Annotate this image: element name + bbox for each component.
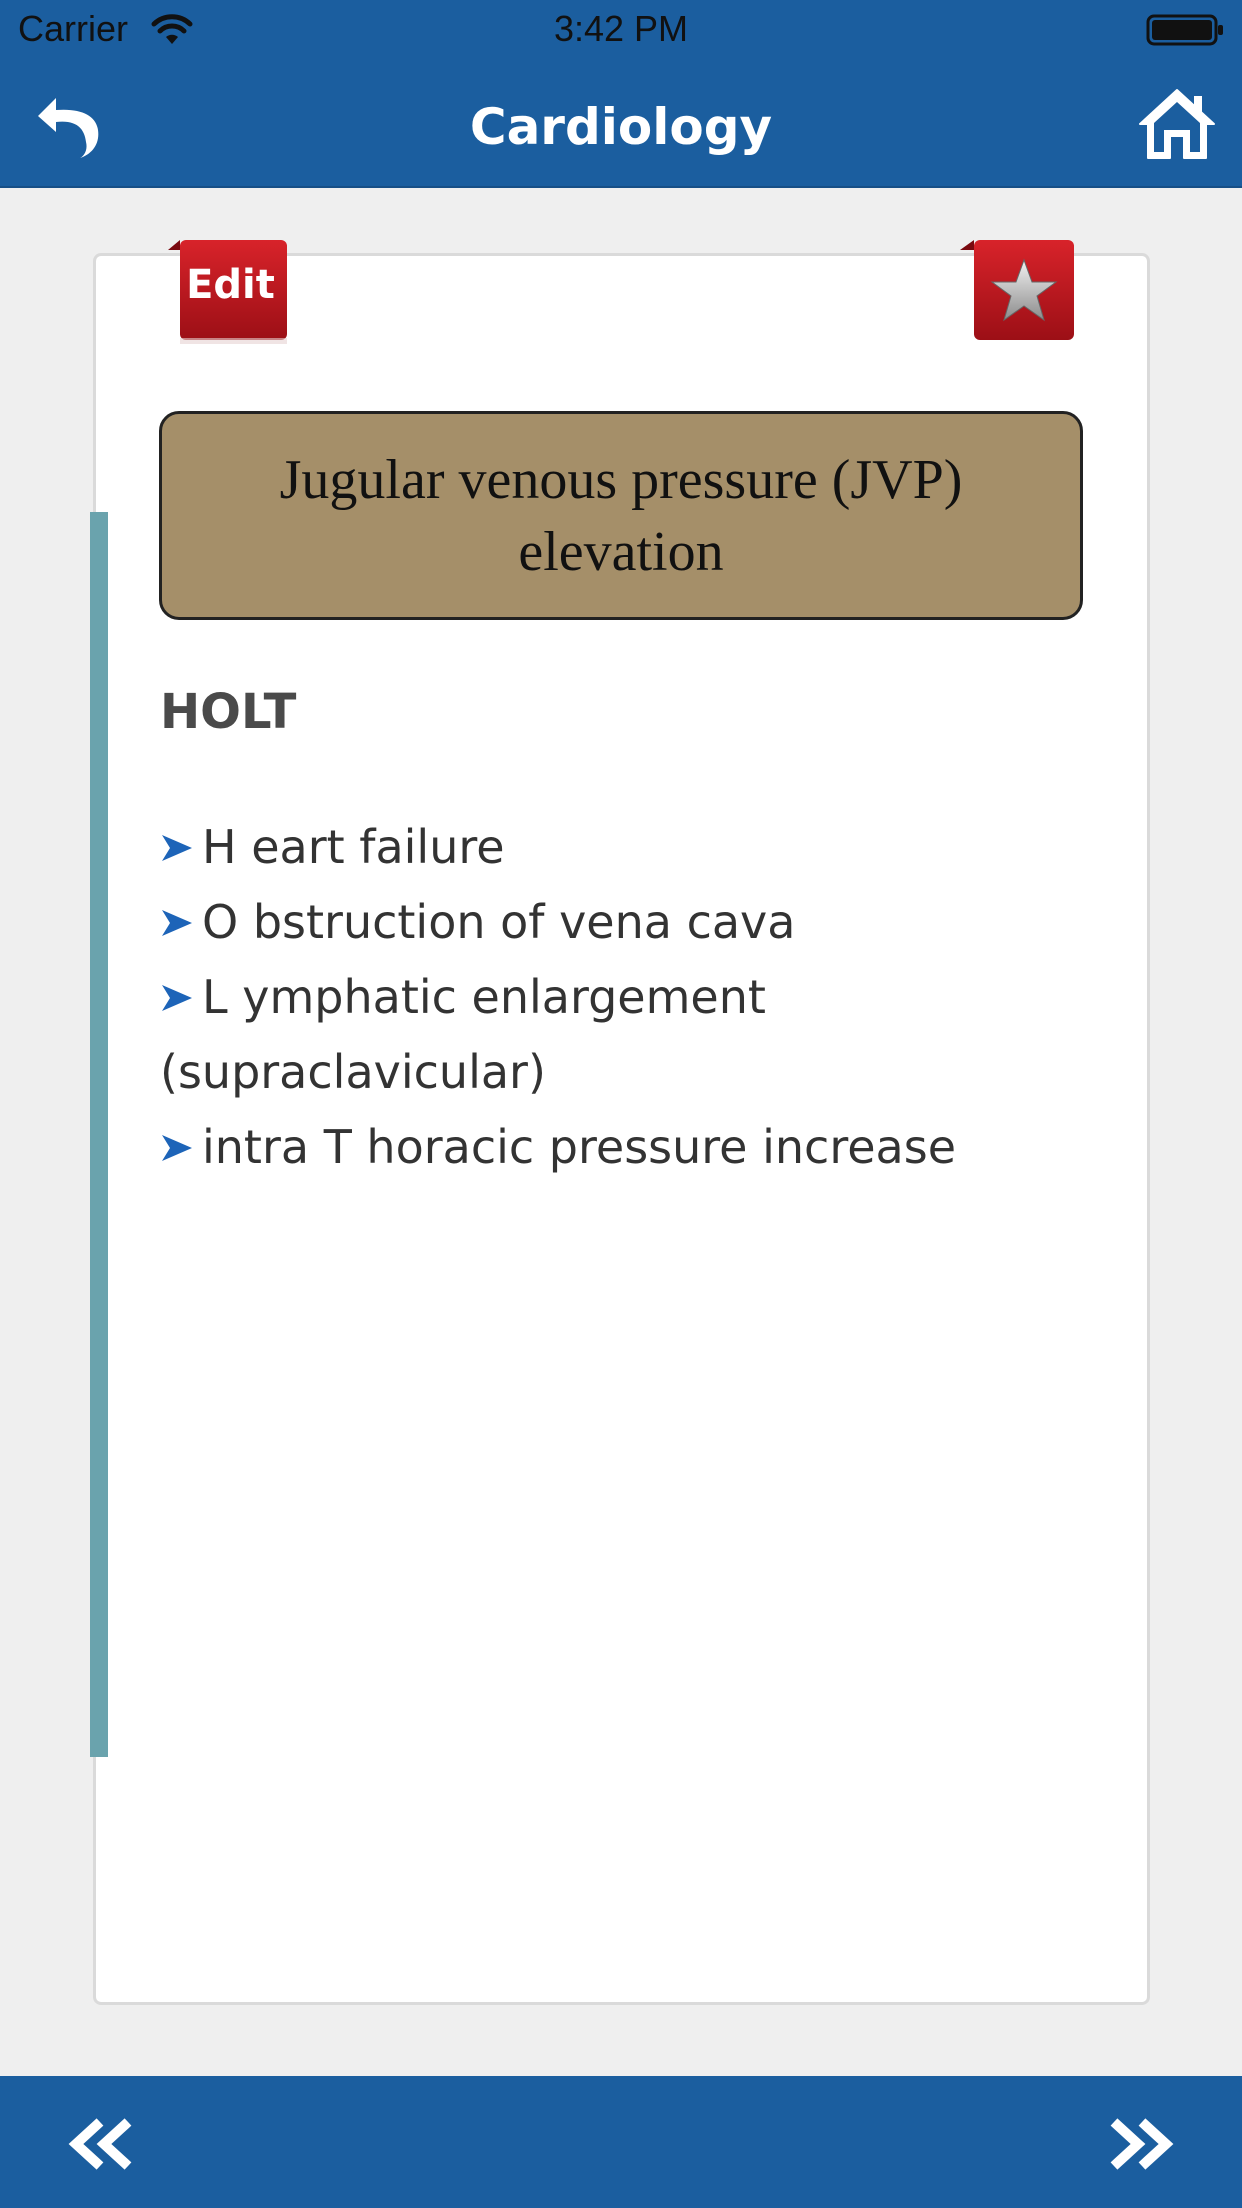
bottom-nav-bar <box>0 2076 1242 2208</box>
favorite-button[interactable] <box>960 240 1078 344</box>
list-item: intra T horacic pressure increase <box>160 1110 1040 1185</box>
topic-title: Jugular venous pressure (JVP) elevation <box>279 448 963 583</box>
page-title: Cardiology <box>469 98 773 156</box>
card-accent-bar <box>90 512 108 1757</box>
arrow-bullet-icon <box>162 910 192 936</box>
nav-bar: Cardiology <box>0 62 1242 188</box>
mnemonic-list: H eart failure O bstruction of vena cava… <box>160 810 1040 1185</box>
arrow-bullet-icon <box>162 835 192 861</box>
edit-label: Edit <box>186 262 275 308</box>
list-item: H eart failure <box>160 810 1040 885</box>
battery-icon <box>1146 14 1223 46</box>
list-item: O bstruction of vena cava <box>160 885 1040 960</box>
arrow-bullet-icon <box>162 985 192 1011</box>
edit-button[interactable]: Edit <box>164 240 291 346</box>
list-item-text: intra T horacic pressure increase <box>202 1120 956 1174</box>
star-icon <box>960 240 1074 340</box>
topic-title-box: Jugular venous pressure (JVP) elevation <box>159 411 1083 620</box>
list-item-text: L ymphatic enlargement (supraclavicular) <box>160 970 766 1099</box>
mnemonic-heading: HOLT <box>160 684 297 740</box>
status-bar: Carrier 3:42 PM <box>0 0 1242 62</box>
list-item-text: H eart failure <box>202 820 505 874</box>
double-chevron-left-icon[interactable] <box>66 2116 142 2172</box>
list-item-text: O bstruction of vena cava <box>202 895 796 949</box>
double-chevron-right-icon[interactable] <box>1100 2116 1176 2172</box>
arrow-bullet-icon <box>162 1135 192 1161</box>
home-icon[interactable] <box>1136 86 1218 162</box>
clock: 3:42 PM <box>553 8 689 49</box>
list-item: L ymphatic enlargement (supraclavicular) <box>160 960 1040 1110</box>
